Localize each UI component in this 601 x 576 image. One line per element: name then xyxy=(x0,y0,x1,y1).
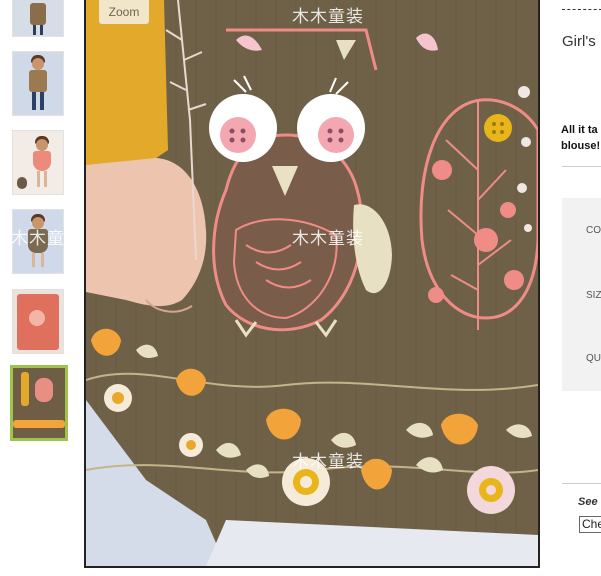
thumbnail-3[interactable] xyxy=(12,130,64,195)
main-product-image[interactable] xyxy=(84,0,540,568)
size-option-label: SIZ xyxy=(586,290,601,301)
divider xyxy=(562,483,601,484)
zoom-button[interactable]: Zoom xyxy=(99,0,149,24)
watermark-text: 木木童装 xyxy=(292,229,364,249)
product-title: Girl's xyxy=(562,33,596,50)
thumbnail-1[interactable] xyxy=(12,0,64,37)
see-select[interactable]: Che xyxy=(579,516,601,533)
thumbnail-5[interactable] xyxy=(12,289,64,354)
watermark-text: 木木童装 xyxy=(292,7,364,27)
dress-closeup-illustration xyxy=(86,0,538,566)
description-line-2: blouse! xyxy=(561,140,601,152)
color-option-label: CO xyxy=(586,225,601,236)
product-details-panel: Girl's All it ta blouse! xyxy=(556,0,601,576)
thumbnail-2[interactable] xyxy=(12,51,64,116)
see-label: See xyxy=(578,496,598,508)
quantity-option-label: QU xyxy=(586,353,601,364)
product-description: All it ta blouse! xyxy=(561,122,600,154)
watermark-text: 木木童装 xyxy=(11,229,83,249)
divider xyxy=(562,9,601,10)
watermark-text: 木木童装 xyxy=(292,452,364,472)
divider xyxy=(562,166,601,167)
thumbnail-list xyxy=(0,0,80,576)
thumbnail-6-selected[interactable] xyxy=(10,365,68,441)
description-line-1: All it ta xyxy=(561,124,598,136)
